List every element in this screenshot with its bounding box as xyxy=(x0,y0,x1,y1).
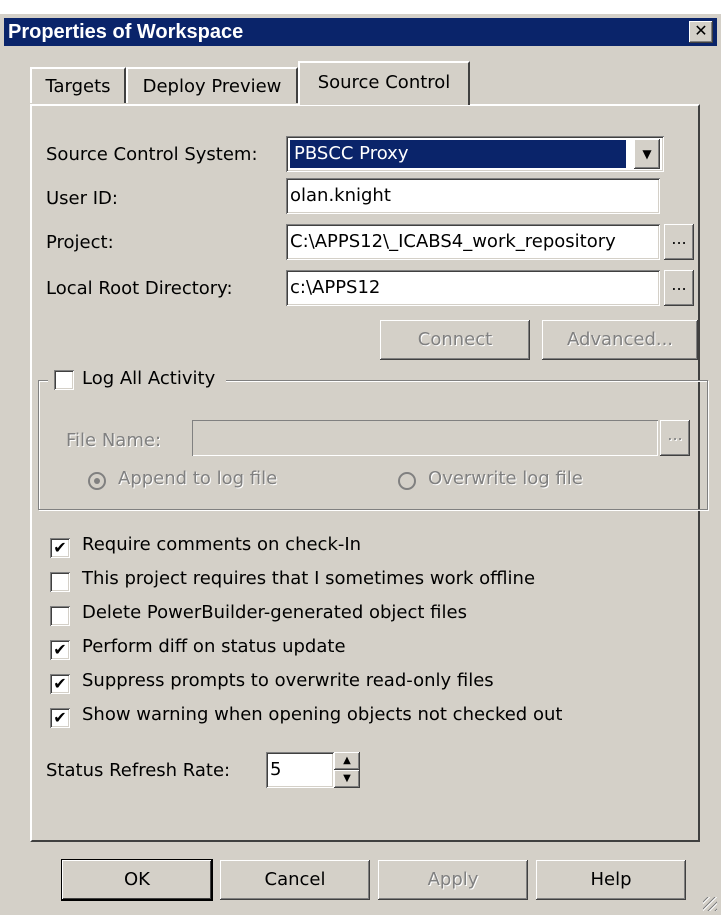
diff-status-update-checkbox[interactable]: ✔ xyxy=(50,640,70,660)
spin-down-icon: ▼ xyxy=(343,773,351,784)
check-icon: ✔ xyxy=(53,640,67,659)
overwrite-label: Overwrite log file xyxy=(428,468,583,489)
apply-button[interactable]: Apply xyxy=(378,860,528,900)
close-icon: ✕ xyxy=(694,23,708,40)
user-id-field[interactable]: olan.knight xyxy=(286,178,660,214)
append-label: Append to log file xyxy=(118,468,278,489)
window-title: Properties of Workspace xyxy=(8,21,244,43)
advanced-button[interactable]: Advanced... xyxy=(542,320,698,360)
local-root-label: Local Root Directory: xyxy=(46,278,233,299)
file-name-browse-button[interactable]: ... xyxy=(660,420,690,456)
local-root-field[interactable]: c:\APPS12 xyxy=(286,270,660,306)
check-icon: ✔ xyxy=(53,538,67,557)
close-button[interactable]: ✕ xyxy=(689,21,713,43)
spin-up-icon: ▲ xyxy=(343,755,351,766)
tab-source-control[interactable]: Source Control xyxy=(298,61,470,105)
user-id-label: User ID: xyxy=(46,188,118,209)
status-refresh-rate-label: Status Refresh Rate: xyxy=(46,760,231,781)
project-label: Project: xyxy=(46,232,114,253)
tab-source-control-label: Source Control xyxy=(317,72,451,93)
project-browse-button[interactable]: ... xyxy=(664,224,694,260)
delete-generated-files-label: Delete PowerBuilder-generated object fil… xyxy=(82,602,467,623)
local-root-browse-button[interactable]: ... xyxy=(664,270,694,306)
check-icon: ✔ xyxy=(53,674,67,693)
tab-deploy-preview-label: Deploy Preview xyxy=(142,76,282,97)
help-button[interactable]: Help xyxy=(536,860,686,900)
tab-targets-label: Targets xyxy=(45,76,111,97)
chevron-down-icon: ▼ xyxy=(642,147,652,161)
delete-generated-files-checkbox[interactable] xyxy=(50,606,70,626)
spin-up-button[interactable]: ▲ xyxy=(334,752,360,770)
work-offline-checkbox[interactable] xyxy=(50,572,70,592)
spin-down-button[interactable]: ▼ xyxy=(334,770,360,788)
ok-button[interactable]: OK xyxy=(62,860,212,900)
project-field[interactable]: C:\APPS12\_ICABS4_work_repository xyxy=(286,224,660,260)
file-name-field[interactable] xyxy=(192,420,658,456)
log-activity-checkbox[interactable] xyxy=(54,370,74,390)
cancel-button[interactable]: Cancel xyxy=(220,860,370,900)
suppress-prompts-checkbox[interactable]: ✔ xyxy=(50,674,70,694)
require-comments-checkbox[interactable]: ✔ xyxy=(50,538,70,558)
check-icon: ✔ xyxy=(53,708,67,727)
status-refresh-rate-field[interactable]: 5 xyxy=(266,752,334,788)
combo-dropdown-button[interactable]: ▼ xyxy=(634,139,660,169)
log-activity-label: Log All Activity xyxy=(82,368,216,389)
append-radio[interactable] xyxy=(88,472,106,490)
resize-grip[interactable] xyxy=(703,897,717,911)
diff-status-update-label: Perform diff on status update xyxy=(82,636,346,657)
work-offline-label: This project requires that I sometimes w… xyxy=(82,568,536,589)
show-warning-label: Show warning when opening objects not ch… xyxy=(82,704,563,725)
source-control-system-value: PBSCC Proxy xyxy=(290,140,626,168)
log-activity-header: Log All Activity xyxy=(48,368,226,394)
show-warning-checkbox[interactable]: ✔ xyxy=(50,708,70,728)
title-bar[interactable]: Properties of Workspace ✕ xyxy=(4,18,717,46)
suppress-prompts-label: Suppress prompts to overwrite read-only … xyxy=(82,670,494,691)
tab-deploy-preview[interactable]: Deploy Preview xyxy=(126,67,298,103)
require-comments-label: Require comments on check-In xyxy=(82,534,362,555)
source-control-system-combo[interactable]: PBSCC Proxy ▼ xyxy=(286,136,664,172)
properties-dialog: Properties of Workspace ✕ Targets Deploy… xyxy=(0,14,721,915)
overwrite-radio[interactable] xyxy=(398,472,416,490)
file-name-label: File Name: xyxy=(66,430,162,451)
source-control-system-label: Source Control System: xyxy=(46,144,258,165)
tab-targets[interactable]: Targets xyxy=(30,67,126,103)
connect-button[interactable]: Connect xyxy=(380,320,530,360)
